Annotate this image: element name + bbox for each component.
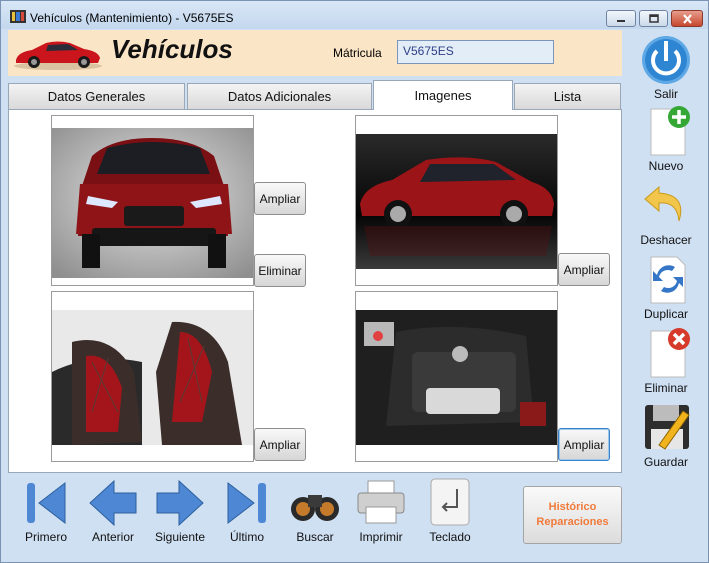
close-icon	[682, 13, 692, 24]
salir-button[interactable]: Salir	[628, 33, 704, 101]
duplicate-icon	[650, 256, 686, 304]
ampliar-button-1[interactable]: Ampliar	[254, 182, 306, 215]
image-frame-1[interactable]	[51, 115, 254, 286]
printer-icon	[357, 480, 405, 524]
primero-label: Primero	[24, 530, 67, 544]
undo-arrow-icon	[644, 185, 682, 222]
power-icon	[642, 36, 690, 84]
first-record-icon	[27, 481, 66, 525]
anterior-button[interactable]: Anterior	[81, 477, 145, 544]
maximize-button[interactable]	[639, 10, 668, 27]
image-frame-2[interactable]	[355, 115, 558, 286]
duplicar-label: Duplicar	[643, 307, 688, 321]
tab-datos-generales[interactable]: Datos Generales	[8, 83, 185, 109]
eliminar-label: Eliminar	[644, 381, 688, 395]
image-frame-3[interactable]	[51, 291, 254, 462]
new-document-icon	[650, 106, 690, 156]
duplicar-button[interactable]: Duplicar	[628, 253, 704, 321]
car-engine-photo	[356, 310, 557, 445]
eliminar-image-button-1[interactable]: Eliminar	[254, 254, 306, 287]
form-header: Vehículos Mátricula V5675ES	[8, 30, 622, 76]
eliminar-button[interactable]: Eliminar	[628, 327, 704, 395]
tab-lista[interactable]: Lista	[514, 83, 621, 109]
guardar-button[interactable]: Guardar	[628, 401, 704, 469]
previous-arrow-icon	[89, 479, 137, 527]
matricula-label: Mátricula	[333, 46, 382, 60]
main-window: Vehículos (Mantenimiento) - V5675ES Vehí…	[0, 0, 709, 563]
film-strip-icon	[10, 10, 26, 23]
ampliar-button-4[interactable]: Ampliar	[558, 428, 610, 461]
minimize-button[interactable]	[606, 10, 636, 27]
siguiente-button[interactable]: Siguiente	[148, 477, 212, 544]
teclado-label: Teclado	[429, 530, 471, 544]
red-car-front-photo	[52, 128, 253, 278]
ampliar-button-3[interactable]: Ampliar	[254, 428, 306, 461]
guardar-label: Guardar	[643, 455, 689, 469]
close-button[interactable]	[671, 10, 703, 27]
nuevo-button[interactable]: Nuevo	[628, 105, 704, 173]
deshacer-label: Deshacer	[640, 233, 692, 247]
tab-datos-adicionales[interactable]: Datos Adicionales	[187, 83, 372, 109]
tab-imagenes[interactable]: Imagenes	[373, 80, 513, 110]
teclado-button[interactable]: Teclado	[418, 477, 482, 544]
car-interior-seats-photo	[52, 310, 253, 445]
last-record-icon	[227, 481, 266, 525]
images-panel: Ampliar Eliminar Ampliar Ampliar Ampliar	[8, 109, 622, 473]
primero-button[interactable]: Primero	[13, 477, 79, 544]
deshacer-button[interactable]: Deshacer	[628, 179, 704, 247]
window-title: Vehículos (Mantenimiento) - V5675ES	[30, 11, 234, 25]
ultimo-button[interactable]: Último	[215, 477, 279, 544]
delete-icon	[650, 328, 690, 378]
page-title: Vehículos	[111, 34, 233, 64]
binoculars-icon	[291, 495, 339, 521]
matricula-field[interactable]: V5675ES	[397, 40, 554, 64]
siguiente-label: Siguiente	[154, 530, 206, 544]
anterior-label: Anterior	[91, 530, 135, 544]
historico-reparaciones-button[interactable]: Histórico Reparaciones	[523, 486, 622, 544]
salir-label: Salir	[653, 87, 678, 101]
imprimir-button[interactable]: Imprimir	[349, 477, 413, 544]
nuevo-label: Nuevo	[648, 159, 684, 173]
keyboard-enter-icon	[430, 478, 470, 526]
maximize-icon	[648, 14, 659, 23]
ampliar-button-2[interactable]: Ampliar	[558, 253, 610, 286]
buscar-label: Buscar	[296, 530, 334, 544]
title-bar: Vehículos (Mantenimiento) - V5675ES	[1, 1, 708, 29]
tab-bar: Datos Generales Datos Adicionales Imagen…	[8, 80, 622, 110]
red-car-side-photo	[356, 134, 557, 269]
imprimir-label: Imprimir	[359, 530, 403, 544]
next-arrow-icon	[156, 479, 204, 527]
image-frame-4[interactable]	[355, 291, 558, 462]
buscar-button[interactable]: Buscar	[283, 477, 347, 544]
historico-line1: Histórico	[548, 501, 597, 513]
red-car-logo	[14, 41, 102, 70]
save-floppy-icon	[645, 405, 690, 450]
historico-line2: Reparaciones	[536, 516, 609, 528]
minimize-icon	[617, 19, 625, 22]
ultimo-label: Último	[229, 530, 264, 544]
